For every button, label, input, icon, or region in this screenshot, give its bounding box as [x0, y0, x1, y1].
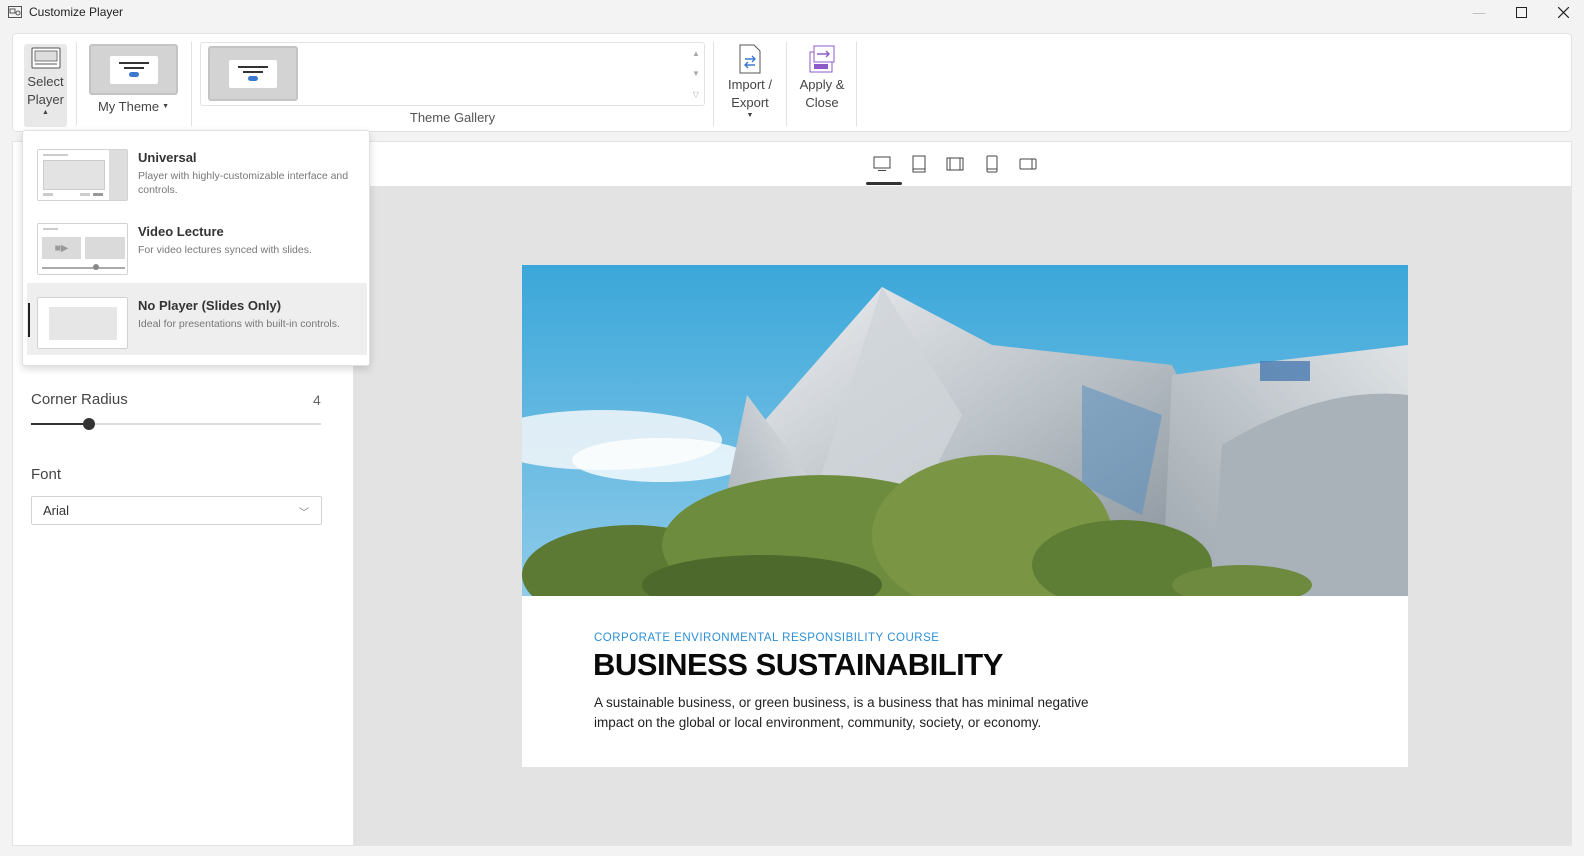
font-label: Font — [31, 466, 62, 483]
apply-close-label: Apply & Close — [799, 77, 845, 110]
import-export-label: Import / Export — [727, 77, 773, 110]
my-theme-thumbnail[interactable] — [89, 44, 178, 95]
slide-body-text: A sustainable business, or green busines… — [594, 695, 1089, 730]
ribbon: Select Player ▲ My Theme ▼ ▲ ▼ ▽ Theme G… — [12, 33, 1572, 132]
my-theme-label: My Theme — [97, 99, 160, 114]
corner-radius-slider[interactable] — [31, 418, 321, 430]
app-icon — [8, 6, 22, 18]
close-icon — [1557, 6, 1569, 18]
chevron-down-icon: ﹀ — [299, 508, 309, 519]
active-device-indicator — [866, 182, 902, 185]
phone-landscape-icon[interactable] — [1018, 155, 1038, 173]
player-dropdown-menu: Universal Player with highly-customizabl… — [22, 130, 370, 366]
device-preview-bar — [354, 142, 1571, 186]
player-option-name: Video Lecture — [138, 224, 224, 239]
chevron-down-icon: ▼ — [746, 112, 754, 119]
gallery-scroll-up-icon[interactable]: ▲ — [692, 49, 700, 58]
minimize-icon: — — [1472, 4, 1486, 20]
gallery-theme-item[interactable] — [208, 46, 298, 101]
player-option-no-player[interactable]: No Player (Slides Only) Ideal for presen… — [27, 283, 367, 355]
corner-radius-value: 4 — [313, 392, 321, 408]
select-player-button[interactable]: Select Player ▲ — [24, 44, 67, 127]
selected-indicator — [28, 303, 30, 337]
player-option-video-lecture[interactable]: ■▶ Video Lecture For video lectures sync… — [27, 209, 367, 281]
player-icon — [31, 47, 60, 69]
window-title: Customize Player — [29, 5, 124, 19]
gallery-expand-icon[interactable]: ▽ — [693, 90, 699, 99]
slide-headline: BUSINESS SUSTAINABILITY — [593, 647, 1003, 682]
gallery-scroll-down-icon[interactable]: ▼ — [692, 69, 700, 78]
theme-gallery[interactable]: ▲ ▼ ▽ — [200, 42, 705, 106]
no-player-thumbnail — [37, 297, 128, 349]
player-option-desc: Player with highly-customizable interfac… — [138, 170, 349, 196]
phone-portrait-icon[interactable] — [982, 155, 1002, 173]
player-option-universal[interactable]: Universal Player with highly-customizabl… — [27, 135, 367, 207]
maximize-button[interactable] — [1500, 0, 1542, 24]
import-export-icon — [739, 44, 761, 74]
font-select-value: Arial — [43, 503, 70, 518]
font-select[interactable]: Arial ﹀ — [31, 496, 322, 525]
my-theme-dropdown[interactable]: My Theme ▼ — [89, 98, 178, 116]
minimize-button[interactable]: — — [1458, 0, 1500, 24]
universal-thumbnail — [37, 149, 128, 201]
apply-close-button[interactable]: Apply & Close — [789, 44, 855, 112]
slide-preview: CORPORATE ENVIRONMENTAL RESPONSIBILITY C… — [522, 265, 1408, 767]
player-option-desc: Ideal for presentations with built-in co… — [138, 318, 340, 330]
desktop-icon[interactable] — [872, 155, 892, 173]
slider-handle[interactable] — [83, 418, 95, 430]
player-option-desc: For video lectures synced with slides. — [138, 244, 312, 256]
player-option-name: No Player (Slides Only) — [138, 298, 282, 313]
video-camera-icon: ■▶ — [54, 242, 69, 254]
chevron-up-icon: ▲ — [42, 109, 49, 116]
slide-photo — [522, 265, 1408, 596]
video-lecture-thumbnail: ■▶ — [37, 223, 128, 275]
maximize-icon — [1515, 6, 1527, 18]
player-option-name: Universal — [138, 150, 197, 165]
corner-radius-label: Corner Radius — [31, 391, 128, 408]
chevron-down-icon: ▼ — [162, 103, 170, 110]
import-export-button[interactable]: Import / Export ▼ — [717, 44, 783, 120]
tablet-portrait-icon[interactable] — [909, 155, 929, 173]
theme-gallery-label: Theme Gallery — [409, 110, 496, 125]
close-button[interactable] — [1542, 0, 1584, 24]
apply-close-icon — [809, 45, 835, 73]
select-player-label: Select Player — [27, 74, 64, 107]
title-bar: Customize Player — — [0, 0, 1584, 24]
slider-fill — [31, 423, 89, 425]
slide-subtitle: CORPORATE ENVIRONMENTAL RESPONSIBILITY C… — [594, 632, 940, 644]
tablet-landscape-icon[interactable] — [945, 155, 965, 173]
